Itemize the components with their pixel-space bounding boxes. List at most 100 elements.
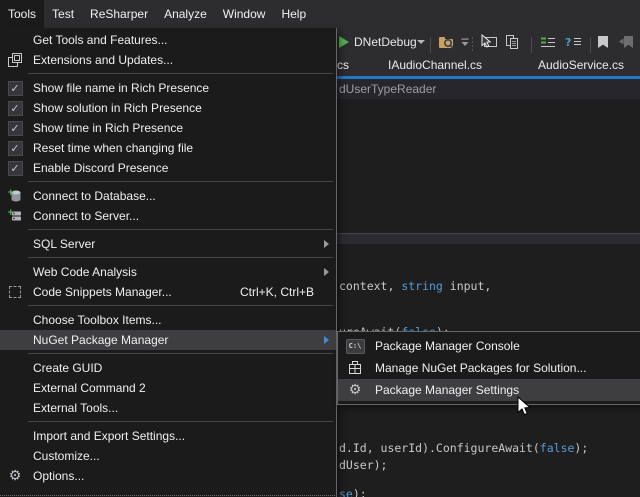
menubar-item-resharper[interactable]: ReSharper xyxy=(82,0,156,28)
menu-item-manage-nuget-packages-for-solution[interactable]: Manage NuGet Packages for Solution... xyxy=(338,357,640,379)
menu-item-extensions-and-updates[interactable]: Extensions and Updates... xyxy=(0,50,336,70)
menu-item-import-and-export-settings[interactable]: Import and Export Settings... xyxy=(0,426,336,446)
menubar-item-label: Help xyxy=(281,7,306,21)
menu-item-show-time-in-rich-presence[interactable]: ✓Show time in Rich Presence xyxy=(0,118,336,138)
vs-ide-window: DNetDebug? Tools Test ReSharper Analyze Wind… xyxy=(0,0,640,497)
menu-item-connect-to-server[interactable]: + Connect to Server... xyxy=(0,206,336,226)
menu-item-reset-time-when-changing-file[interactable]: ✓Reset time when changing file xyxy=(0,138,336,158)
menu-item-label: Manage NuGet Packages for Solution... xyxy=(375,361,586,375)
editor-area[interactable] xyxy=(337,99,640,497)
menu-item-label: External Command 2 xyxy=(33,381,146,395)
menubar-item-analyze[interactable]: Analyze xyxy=(156,0,215,28)
bookmark-faded-icon[interactable] xyxy=(619,28,634,56)
code-token: d.Id, userId).ConfigureAwait( xyxy=(339,441,540,455)
menu-item-label: Customize... xyxy=(33,449,100,463)
menu-item-enable-discord-presence[interactable]: ✓Enable Discord Presence xyxy=(0,158,336,178)
menu-item-label: Get Tools and Features... xyxy=(33,33,168,47)
menu-bottom-edge xyxy=(0,495,335,496)
menu-item-customize[interactable]: Customize... xyxy=(0,446,336,466)
menu-item-show-file-name-in-rich-presence[interactable]: ✓Show file name in Rich Presence xyxy=(0,78,336,98)
bookmark-icon[interactable] xyxy=(597,28,609,56)
code-line: dUser); xyxy=(339,458,387,472)
tab-iaudiochannel-cs[interactable]: IAudioChannel.cs xyxy=(388,58,482,72)
menu-item-label: Enable Discord Presence xyxy=(33,161,168,175)
tab-cs[interactable]: cs xyxy=(337,58,349,72)
code-token: dUser); xyxy=(339,458,387,472)
editor-splitter[interactable] xyxy=(337,233,640,244)
help-comment-icon[interactable]: ? xyxy=(565,28,582,56)
mouse-cursor xyxy=(517,396,533,418)
nuget-package-icon xyxy=(340,360,370,376)
menubar-item-label: Test xyxy=(52,7,74,21)
menu-bar: Tools Test ReSharper Analyze Window Help xyxy=(0,0,640,28)
menu-item-create-guid[interactable]: Create GUID xyxy=(0,358,336,378)
gear-icon: ⚙ xyxy=(340,383,370,397)
menubar-item-label: Analyze xyxy=(164,7,207,21)
snippets-icon xyxy=(2,286,28,298)
menu-item-label: Connect to Database... xyxy=(33,189,156,203)
code-token: input, xyxy=(443,279,491,293)
menu-item-package-manager-settings[interactable]: ⚙ Package Manager Settings xyxy=(338,379,640,401)
menubar-item-tools[interactable]: Tools xyxy=(0,0,44,28)
menu-separator xyxy=(28,305,333,306)
menu-item-label: Import and Export Settings... xyxy=(33,429,185,443)
breadcrumb-bar[interactable]: dUserTypeReader xyxy=(337,79,640,100)
menu-separator xyxy=(28,257,333,258)
menu-item-label: NuGet Package Manager xyxy=(33,333,168,347)
menu-item-choose-toolbox-items[interactable]: Choose Toolbox Items... xyxy=(0,310,336,330)
submenu-arrow-icon xyxy=(324,336,329,344)
toolbar-separator xyxy=(590,37,591,53)
submenu-arrow-icon xyxy=(324,240,329,248)
console-icon: C:\ xyxy=(340,339,370,354)
pointer-window-icon[interactable] xyxy=(480,28,498,56)
run-config-selector[interactable]: DNetDebug xyxy=(354,35,417,49)
chevron-down-icon[interactable] xyxy=(417,28,425,56)
menu-item-label: Package Manager Console xyxy=(375,339,520,353)
menu-item-connect-to-database[interactable]: + Connect to Database... xyxy=(0,186,336,206)
menu-item-label: Connect to Server... xyxy=(33,209,139,223)
menu-item-label: Extensions and Updates... xyxy=(33,53,173,67)
menu-item-external-tools[interactable]: External Tools... xyxy=(0,398,336,418)
code-token: string xyxy=(401,279,443,293)
menu-item-web-code-analysis[interactable]: Web Code Analysis xyxy=(0,262,336,282)
menubar-item-help[interactable]: Help xyxy=(273,0,314,28)
menu-item-shortcut: Ctrl+K, Ctrl+B xyxy=(240,285,314,299)
menu-item-sql-server[interactable]: SQL Server xyxy=(0,234,336,254)
tab-audioservice-cs[interactable]: AudioService.cs xyxy=(538,58,624,72)
menubar-item-test[interactable]: Test xyxy=(44,0,82,28)
svg-text:?: ? xyxy=(565,36,571,49)
menubar-item-window[interactable]: Window xyxy=(215,0,274,28)
start-debug-icon[interactable] xyxy=(339,28,349,56)
menu-item-get-tools-and-features[interactable]: Get Tools and Features... xyxy=(0,30,336,50)
menu-separator xyxy=(28,73,333,74)
menu-item-label: Show solution in Rich Presence xyxy=(33,101,202,115)
copy-structure-icon[interactable] xyxy=(504,28,520,56)
menu-separator xyxy=(28,181,333,182)
database-add-icon: + xyxy=(2,188,28,204)
menu-item-external-command-2[interactable]: External Command 2 xyxy=(0,378,336,398)
menu-separator xyxy=(28,229,333,230)
menu-item-options[interactable]: ⚙Options... xyxy=(0,466,336,486)
menu-item-label: Choose Toolbox Items... xyxy=(33,313,162,327)
menu-item-label: Package Manager Settings xyxy=(375,383,519,397)
toolbar-separator xyxy=(430,37,431,53)
nuget-submenu: C:\ Package Manager Console Manage NuGet P… xyxy=(337,331,640,405)
menu-item-label: SQL Server xyxy=(33,237,95,251)
server-add-icon: + xyxy=(2,208,28,224)
indent-lines-icon[interactable] xyxy=(540,28,556,56)
tools-menu: Get Tools and Features... Extensions and … xyxy=(0,28,337,497)
code-token: false xyxy=(540,441,575,455)
code-token: context, xyxy=(339,279,401,293)
check-icon: ✓ xyxy=(2,101,28,116)
menu-item-nuget-package-manager[interactable]: NuGet Package Manager xyxy=(0,330,336,350)
overflow-chevron-icon[interactable] xyxy=(461,28,469,56)
menu-separator xyxy=(28,421,333,422)
menu-item-package-manager-console[interactable]: C:\ Package Manager Console xyxy=(338,335,640,357)
code-token: ); xyxy=(353,487,367,497)
menu-item-code-snippets-manager[interactable]: Code Snippets Manager...Ctrl+K, Ctrl+B xyxy=(0,282,336,302)
menubar-item-label: Window xyxy=(223,7,266,21)
menu-item-show-solution-in-rich-presence[interactable]: ✓ Show solution in Rich Presence xyxy=(0,98,336,118)
code-line: context, string input, xyxy=(339,279,491,293)
menu-item-label: Show file name in Rich Presence xyxy=(33,81,209,95)
navigate-to-icon[interactable] xyxy=(438,28,457,56)
